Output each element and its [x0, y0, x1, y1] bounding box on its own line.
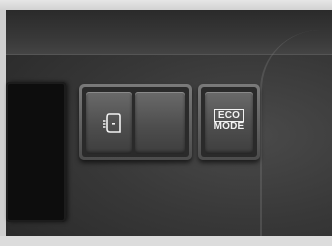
eco-switch-well: ECO MODE — [201, 87, 257, 157]
switch-well — [82, 87, 189, 157]
sliding-door-icon — [103, 113, 121, 133]
sliding-door-button[interactable] — [86, 92, 132, 154]
panel-curve — [260, 30, 332, 246]
bottom-trim — [0, 236, 332, 246]
eco-mode-button[interactable]: ECO MODE — [205, 92, 253, 154]
dashboard-photo: ECO MODE — [0, 0, 332, 246]
blank-switch[interactable] — [135, 92, 185, 154]
top-trim — [0, 0, 332, 10]
switch-bezel — [79, 84, 192, 160]
mode-label: MODE — [213, 121, 245, 132]
display-bezel — [6, 82, 66, 222]
eco-switch-bezel: ECO MODE — [198, 84, 260, 160]
